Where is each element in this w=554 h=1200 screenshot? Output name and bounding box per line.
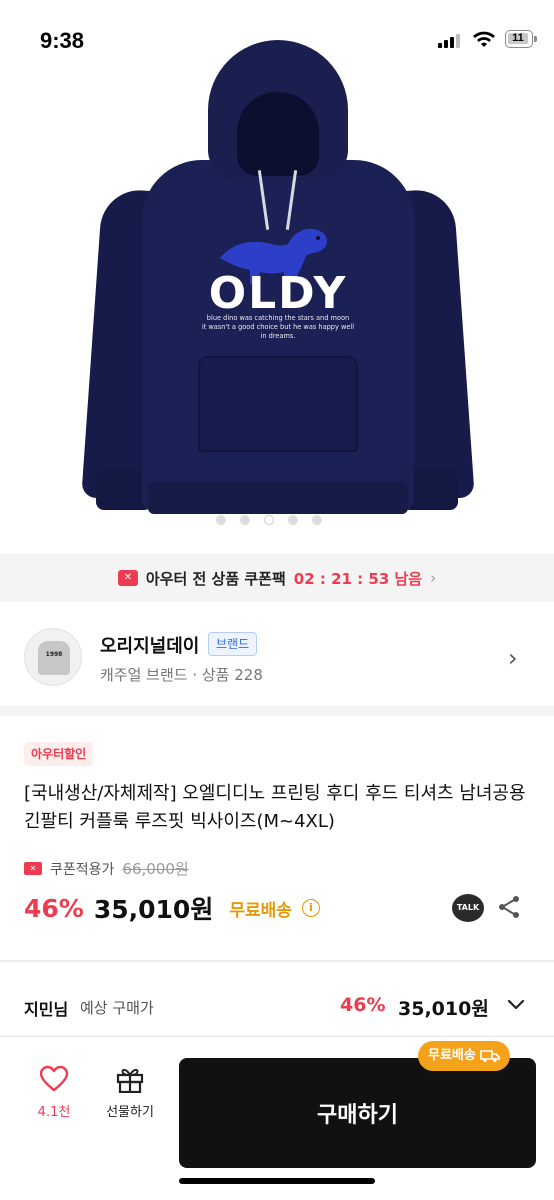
estimated-discount: 46% (340, 994, 386, 1016)
free-shipping-badge: 무료배송 (418, 1041, 510, 1071)
chevron-right-icon: › (508, 644, 518, 672)
cellular-signal-icon (438, 34, 460, 48)
estimated-price: 35,010원 (398, 998, 489, 1020)
chevron-left-icon[interactable] (22, 92, 52, 126)
bottom-action-bar: 4.1천 선물하기 구매하기 무료배송 (0, 1036, 554, 1200)
chevron-down-icon (507, 999, 525, 1010)
section-divider (0, 706, 554, 716)
print-graphic-title: OLDY (208, 268, 348, 319)
gift-button[interactable]: 선물하기 (96, 1065, 164, 1120)
status-time: 9:38 (40, 28, 85, 53)
coupon-icon (24, 862, 42, 875)
gift-icon (116, 1068, 144, 1094)
kakao-talk-share-icon[interactable]: TALK (452, 894, 484, 922)
free-shipping-badge-label: 무료배송 (428, 1048, 476, 1063)
carousel-dot[interactable] (288, 515, 298, 525)
buy-button[interactable]: 구매하기 (179, 1058, 536, 1168)
share-icon[interactable] (496, 894, 522, 920)
status-bar: 9:38 11 (0, 0, 554, 80)
brand-row[interactable]: 1998 오리지널데이 브랜드 캐주얼 브랜드 · 상품 228 › (0, 604, 554, 706)
info-icon[interactable]: i (301, 899, 320, 917)
coupon-countdown: 02 : 21 : 53 남음 (293, 569, 423, 588)
gift-label: 선물하기 (106, 1105, 154, 1120)
shopping-bag-icon[interactable] (496, 92, 530, 126)
like-button[interactable]: 4.1천 (26, 1065, 82, 1120)
outer-sale-tag: 아우터할인 (24, 742, 94, 766)
brand-name: 오리지널데이 (100, 636, 200, 657)
carousel-dot[interactable] (312, 515, 322, 525)
price-row: 46% 35,010원 무료배송 i (24, 890, 320, 926)
carousel-dot[interactable] (216, 515, 226, 525)
print-caption-line: in dreams. (260, 332, 296, 340)
search-icon[interactable] (436, 92, 470, 126)
home-icon[interactable] (378, 92, 412, 126)
carousel-indicator (216, 514, 340, 526)
battery-tip (534, 36, 537, 42)
truck-icon (480, 1050, 500, 1063)
print-graphic-caption: blue dino was catching the stars and moo… (196, 314, 360, 341)
coupon-icon (117, 570, 138, 586)
estimated-price-row[interactable]: 지민님 예상 구매가 46% 35,010원 (0, 972, 554, 1038)
print-caption-line: blue dino was catching the stars and moo… (206, 314, 350, 322)
battery-icon: 11 (505, 30, 533, 48)
section-divider (0, 960, 554, 962)
discount-rate: 46% (24, 893, 84, 923)
estimated-price-label: 예상 구매가 (80, 999, 154, 1017)
battery-level: 11 (508, 33, 528, 44)
wifi-icon (473, 31, 495, 47)
coupon-pack-banner[interactable]: 아우터 전 상품 쿠폰팩 02 : 21 : 53 남음 › (0, 554, 554, 602)
product-image-carousel[interactable]: OLDY blue dino was catching the stars an… (0, 0, 554, 553)
free-shipping-label: 무료배송 (229, 900, 292, 921)
sale-price: 35,010원 (93, 895, 214, 924)
brand-badge: 브랜드 (208, 632, 258, 656)
chevron-right-icon: › (430, 569, 437, 587)
carousel-dot-active[interactable] (264, 515, 274, 525)
hoodie-pocket (198, 356, 358, 452)
user-name: 지민님 (24, 1000, 69, 1019)
print-caption-line: it wasn't a good choice but he was happy… (201, 323, 355, 331)
hoodie-hood-inner (237, 92, 319, 176)
brand-avatar: 1998 (24, 628, 82, 686)
brand-subtitle: 캐주얼 브랜드 · 상품 228 (100, 666, 263, 684)
hoodie-hem (148, 482, 408, 514)
heart-icon (39, 1065, 69, 1092)
carousel-dot[interactable] (240, 515, 250, 525)
original-price: 66,000원 (122, 860, 189, 878)
like-count: 4.1천 (37, 1105, 71, 1120)
brand-avatar-hoodie (38, 641, 70, 675)
brand-avatar-text: 1998 (45, 651, 63, 658)
coupon-banner-text: 아우터 전 상품 쿠폰팩 (145, 569, 286, 588)
home-indicator (179, 1178, 375, 1184)
coupon-price-row: 쿠폰적용가 66,000원 (24, 858, 189, 879)
coupon-price-label: 쿠폰적용가 (50, 861, 115, 878)
product-title: [국내생산/자체제작] 오엘디디노 프린팅 후디 후드 티셔츠 남녀공용 긴팔티… (24, 783, 526, 832)
